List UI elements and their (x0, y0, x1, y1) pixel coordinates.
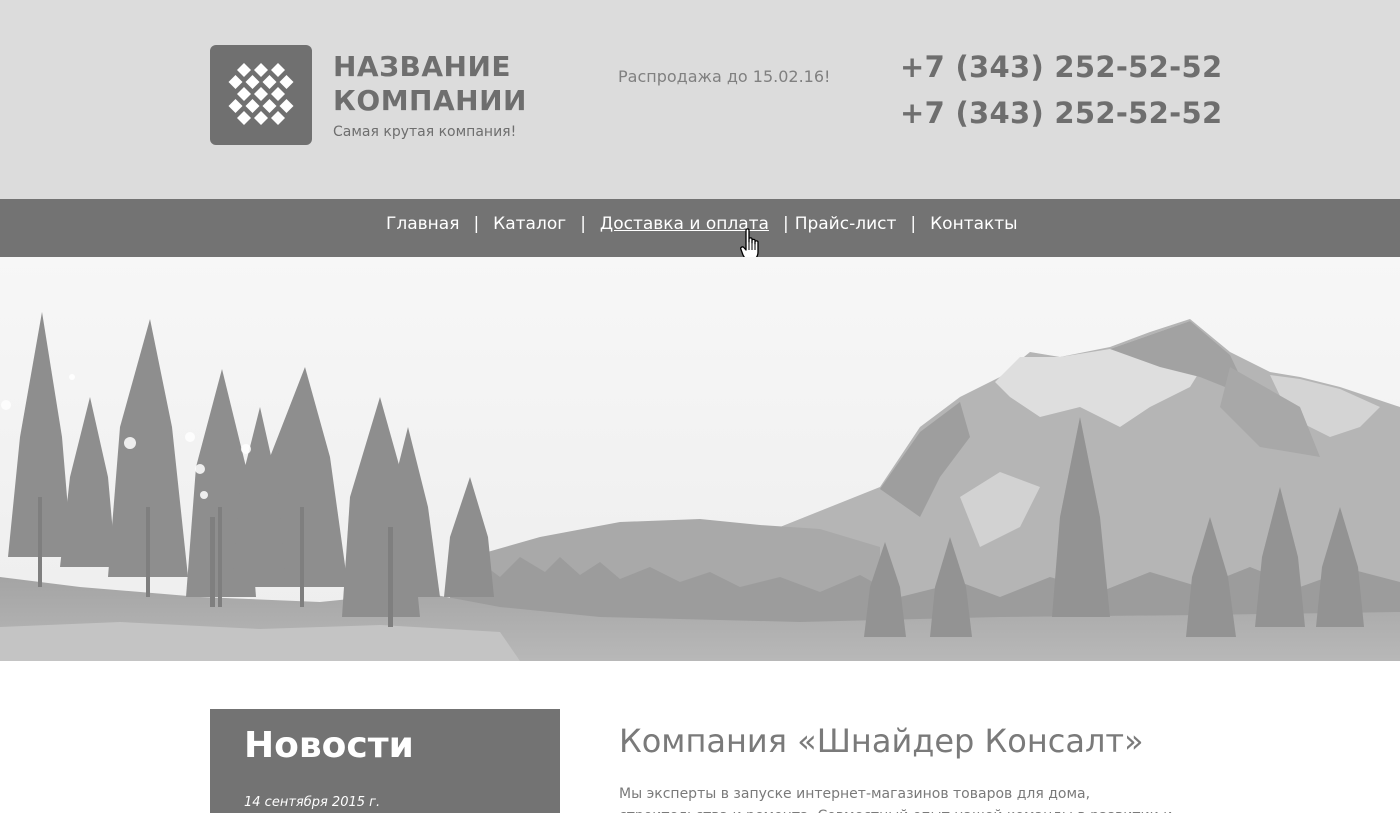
main-navigation: Главная | Каталог | Доставка и оплата | … (0, 199, 1400, 257)
nav-separator: | (782, 214, 789, 234)
nav-menu: Главная | Каталог | Доставка и оплата | … (386, 214, 1018, 234)
about-heading: Компания «Шнайдер Консалт» (619, 722, 1144, 760)
company-name-line1: НАЗВАНИЕ (333, 50, 512, 83)
mountain-forest-landscape-image (0, 257, 1400, 661)
site-header: НАЗВАНИЕ КОМПАНИИ Самая крутая компания!… (0, 0, 1400, 199)
company-name[interactable]: НАЗВАНИЕ КОМПАНИИ (333, 50, 563, 118)
nav-item-home[interactable]: Главная (386, 214, 459, 234)
nav-separator: | (473, 214, 480, 234)
diamond-grid-logo-icon (228, 63, 294, 125)
nav-item-contacts[interactable]: Контакты (930, 214, 1018, 234)
company-name-line2: КОМПАНИИ (333, 84, 527, 117)
company-logo[interactable] (210, 45, 312, 145)
about-text: Мы эксперты в запуске интернет-магазинов… (619, 786, 1172, 813)
nav-separator: | (580, 214, 586, 234)
news-panel: Новости 14 сентября 2015 г. (210, 709, 560, 813)
phone-number-2[interactable]: +7 (343) 252-52-52 (900, 96, 1222, 130)
hero-banner (0, 257, 1400, 661)
nav-item-pricelist[interactable]: Прайс-лист (795, 214, 897, 234)
nav-item-catalog[interactable]: Каталог (493, 214, 566, 234)
promo-text: Распродажа до 15.02.16! (618, 67, 831, 86)
news-date: 14 сентября 2015 г. (244, 795, 381, 810)
news-heading: Новости (244, 725, 414, 766)
nav-separator: | (910, 214, 917, 234)
phone-number-1[interactable]: +7 (343) 252-52-52 (900, 50, 1222, 84)
company-tagline: Самая крутая компания! (333, 124, 517, 140)
